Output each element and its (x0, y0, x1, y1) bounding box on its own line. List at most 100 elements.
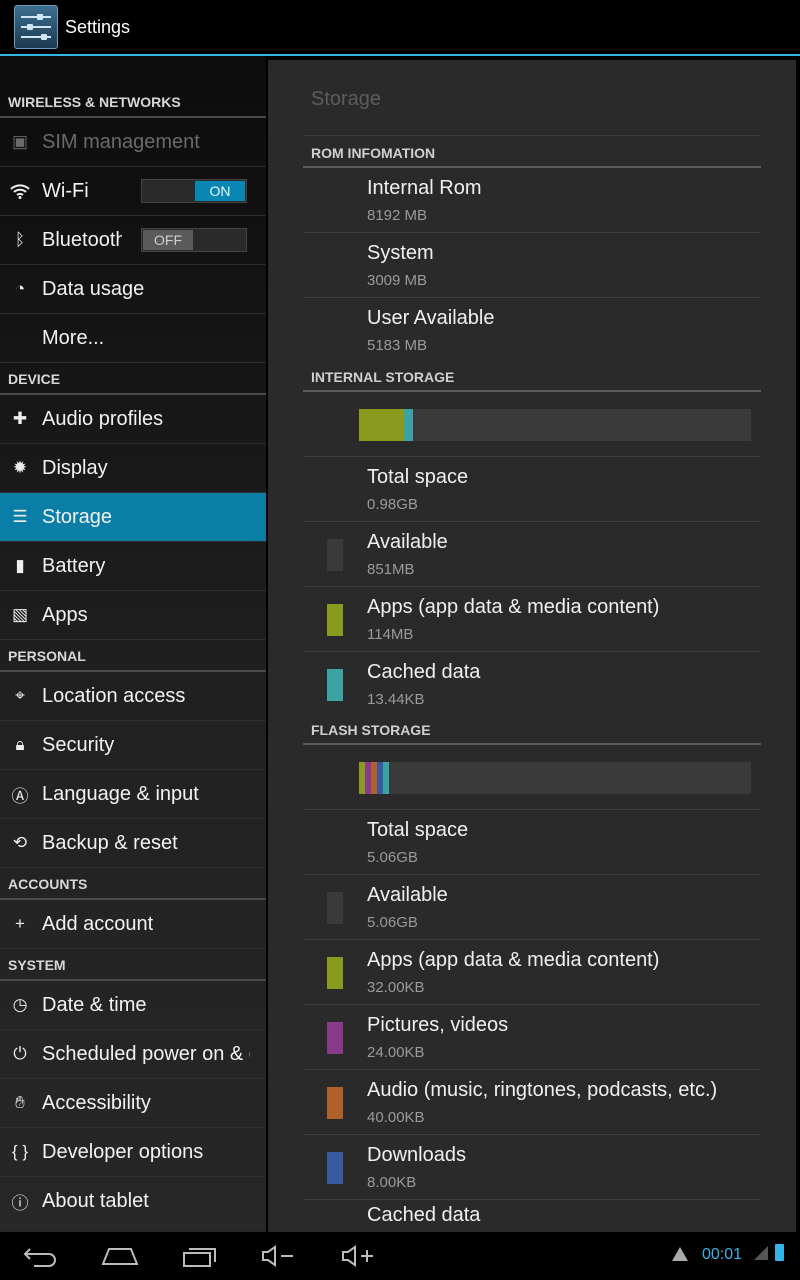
sidebar-item-date-time[interactable]: ◷ Date & time (0, 981, 266, 1030)
sidebar-item-scheduled-power[interactable]: ⏻ Scheduled power on & off (0, 1030, 266, 1079)
backup-icon: ⟲ (12, 833, 28, 852)
sidebar-item-label: Add account (42, 912, 154, 935)
category-device: DEVICE (0, 363, 266, 395)
keyboard-icon: Ⓐ (11, 786, 29, 806)
data-usage-icon: ◔ (14, 279, 26, 298)
bluetooth-toggle-state: OFF (143, 230, 193, 250)
sidebar-item-label: Date & time (42, 993, 147, 1016)
row-title: Apps (app data & media content) (367, 596, 660, 618)
warning-icon (672, 1247, 688, 1261)
storage-row[interactable]: Apps (app data & media content) 114MB (303, 587, 761, 652)
storage-row[interactable]: Available 5.06GB (303, 875, 761, 940)
wifi-toggle[interactable]: ON (141, 179, 247, 203)
storage-row[interactable]: Downloads 8.00KB (303, 1135, 761, 1200)
hand-icon: ✋︎ (15, 1093, 25, 1112)
row-value: 8192 MB (367, 207, 428, 224)
apps-segment (359, 409, 405, 441)
sidebar-item-label: Developer options (42, 1140, 204, 1163)
storage-row: Internal Rom 8192 MB (303, 168, 761, 233)
sidebar-item-label: Audio profiles (42, 407, 164, 430)
sidebar-item-label: Display (42, 456, 108, 479)
sidebar-item-label: Data usage (42, 277, 145, 300)
sidebar-item-about[interactable]: ⓘ About tablet (0, 1177, 266, 1226)
category-personal: PERSONAL (0, 640, 266, 672)
storage-row[interactable]: Cached data 13.44KB (303, 652, 761, 717)
action-bar: Settings (0, 0, 800, 56)
storage-row[interactable]: Cached data (303, 1200, 761, 1232)
lock-icon: 🔒︎ (15, 735, 25, 754)
storage-row[interactable]: Audio (music, ringtones, podcasts, etc.)… (303, 1070, 761, 1135)
storage-row[interactable]: Total space 5.06GB (303, 810, 761, 875)
sidebar-item-developer[interactable]: { } Developer options (0, 1128, 266, 1177)
sidebar-item-battery[interactable]: ▮ Battery (0, 542, 266, 591)
clock-icon: ◷ (12, 995, 28, 1014)
row-value: 5.06GB (367, 849, 418, 866)
color-swatch (327, 669, 343, 701)
row-title: Total space (367, 819, 469, 841)
volume-down-icon[interactable] (258, 1240, 298, 1272)
bluetooth-toggle[interactable]: OFF (141, 228, 247, 252)
location-icon: ⌖ (15, 686, 25, 705)
sidebar-item-label: Backup & reset (42, 831, 178, 854)
category-system: SYSTEM (0, 949, 266, 981)
storage-row[interactable]: Total space 0.98GB (303, 457, 761, 522)
apps-icon: ▧ (11, 605, 29, 624)
recent-apps-icon[interactable] (180, 1240, 220, 1272)
color-swatch (327, 604, 343, 636)
sim-icon: ▣ (11, 132, 29, 151)
storage-list[interactable]: ROM INFOMATION Internal Rom 8192 MB Syst… (303, 136, 761, 1232)
storage-row[interactable]: Available 851MB (303, 522, 761, 587)
sidebar-item-display[interactable]: ✹ Display (0, 444, 266, 493)
row-value: 0.98GB (367, 496, 418, 513)
sidebar-item-label: Storage (42, 505, 113, 528)
storage-row[interactable]: Apps (app data & media content) 32.00KB (303, 940, 761, 1005)
sidebar-item-more[interactable]: More... (0, 314, 266, 363)
row-value: 851MB (367, 561, 415, 578)
row-title: Total space (367, 466, 469, 488)
sidebar-item-label: SIM management (42, 130, 200, 153)
internal-usage-bar (359, 409, 751, 441)
color-swatch (327, 1022, 343, 1054)
sidebar-item-label: Scheduled power on & off (42, 1042, 250, 1065)
sidebar-item-storage[interactable]: ☰ Storage (0, 493, 266, 542)
flash-segment (383, 762, 389, 794)
row-value: 5.06GB (367, 914, 418, 931)
row-title: Available (367, 531, 448, 553)
sidebar-item-bluetooth[interactable]: ᛒ Bluetooth OFF (0, 216, 266, 265)
back-icon[interactable] (20, 1240, 60, 1272)
color-swatch (327, 1152, 343, 1184)
storage-icon: ☰ (12, 507, 28, 526)
row-value: 8.00KB (367, 1174, 417, 1191)
sidebar-item-add-account[interactable]: + Add account (0, 900, 266, 949)
row-title: Internal Rom (367, 177, 482, 199)
sidebar-item-wifi[interactable]: Wi-Fi ON (0, 167, 266, 216)
flash-usage-bar (359, 762, 751, 794)
sidebar-item-label: Battery (42, 554, 106, 577)
section-header-rom: ROM INFOMATION (303, 136, 761, 168)
settings-app-icon[interactable] (14, 5, 58, 49)
internal-usage-bar-row (303, 392, 761, 457)
sidebar-item-accessibility[interactable]: ✋︎ Accessibility (0, 1079, 266, 1128)
volume-up-icon[interactable] (338, 1240, 378, 1272)
sidebar-item-apps[interactable]: ▧ Apps (0, 591, 266, 640)
sidebar-item-language[interactable]: Ⓐ Language & input (0, 770, 266, 819)
info-icon: ⓘ (11, 1193, 29, 1213)
navigation-bar: 00:01 (0, 1232, 800, 1280)
category-wireless: WIRELESS & NETWORKS (0, 56, 266, 118)
sidebar-item-location[interactable]: ⌖ Location access (0, 672, 266, 721)
row-title: User Available (367, 307, 495, 329)
power-schedule-icon: ⏻ (13, 1044, 27, 1063)
sidebar-item-backup[interactable]: ⟲ Backup & reset (0, 819, 266, 868)
row-title: System (367, 242, 434, 264)
sidebar-item-label: Location access (42, 684, 186, 707)
storage-row[interactable]: Pictures, videos 24.00KB (303, 1005, 761, 1070)
row-title: Available (367, 884, 448, 906)
status-clock: 00:01 (701, 1246, 742, 1263)
sidebar-item-label: Security (42, 733, 115, 756)
sidebar-item-audio-profiles[interactable]: ✚ Audio profiles (0, 395, 266, 444)
sidebar-item-security[interactable]: 🔒︎ Security (0, 721, 266, 770)
home-icon[interactable] (100, 1240, 140, 1272)
sidebar-item-data-usage[interactable]: ◔ Data usage (0, 265, 266, 314)
row-value: 24.00KB (367, 1044, 425, 1061)
braces-icon: { } (11, 1142, 29, 1161)
